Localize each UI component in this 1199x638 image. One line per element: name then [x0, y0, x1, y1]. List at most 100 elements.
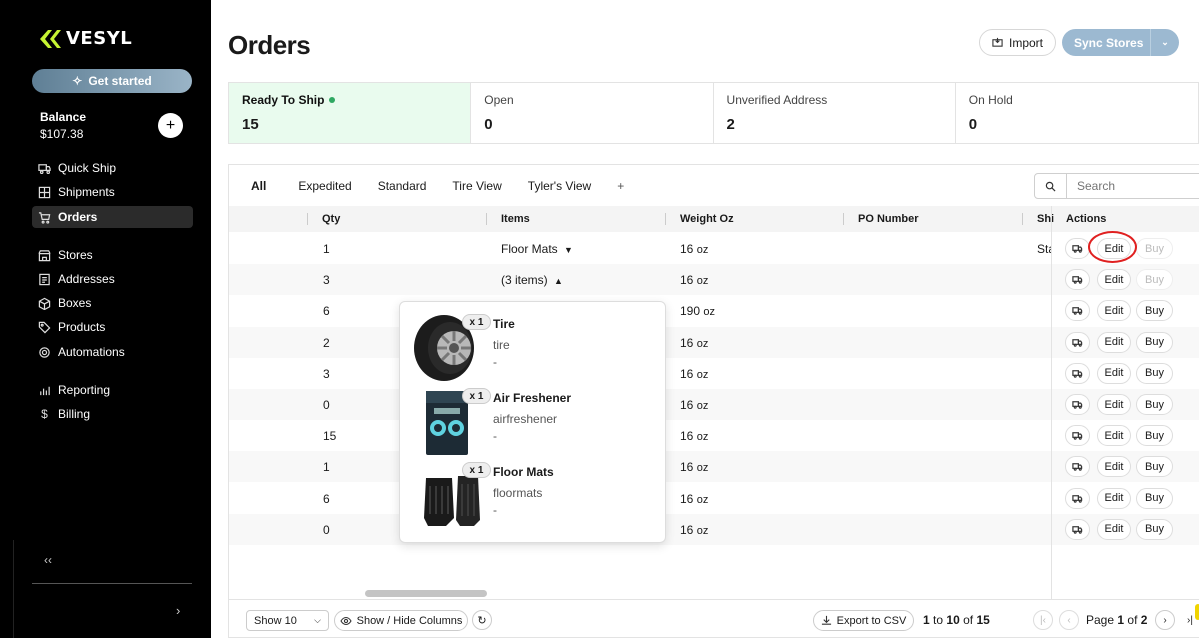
show-hide-columns-button[interactable]: Show / Hide Columns: [334, 610, 468, 631]
quick-ship-button[interactable]: [1065, 487, 1090, 509]
table-row[interactable]: 3 16 oz Edit Buy: [229, 358, 1199, 389]
weight-value: 16: [680, 273, 694, 288]
sidebar-item-shipments[interactable]: Shipments: [32, 181, 193, 203]
table-row[interactable]: 1 16 oz Edit Buy: [229, 451, 1199, 483]
weight-unit: oz: [696, 400, 709, 412]
sidebar-item-billing[interactable]: $ Billing: [32, 403, 193, 425]
tab-all[interactable]: All: [251, 179, 266, 193]
buy-button[interactable]: Buy: [1136, 269, 1173, 291]
buy-button[interactable]: Buy: [1136, 425, 1173, 447]
edit-button[interactable]: Edit: [1097, 425, 1131, 447]
sync-stores-button[interactable]: Sync Stores ⌄: [1062, 29, 1179, 56]
get-started-button[interactable]: ✧ Get started: [32, 69, 192, 93]
item-name: Air Freshener: [493, 391, 572, 405]
edit-button[interactable]: Edit: [1097, 331, 1131, 353]
first-page-button[interactable]: |‹: [1033, 610, 1053, 630]
tab-expedited[interactable]: Expedited: [298, 179, 351, 193]
sidebar-item-products[interactable]: Products: [32, 316, 193, 338]
edit-button[interactable]: Edit: [1097, 362, 1131, 384]
reset-columns-button[interactable]: ↻: [472, 610, 492, 630]
quick-ship-button[interactable]: [1065, 518, 1090, 540]
table-row[interactable]: 6 190 oz Edit Buy: [229, 295, 1199, 326]
sidebar-item-stores[interactable]: Stores: [32, 244, 193, 266]
buy-button[interactable]: Buy: [1136, 362, 1173, 384]
stat-unverified-address[interactable]: Unverified Address 2: [714, 83, 956, 143]
stat-name: On Hold: [968, 93, 1013, 107]
expand-account-button[interactable]: ›: [176, 603, 180, 618]
search-icon[interactable]: [1035, 174, 1067, 198]
chevron-right-icon: ›: [176, 603, 181, 618]
stat-ready-to-ship[interactable]: Ready To Ship 15: [229, 83, 472, 143]
page-indicator: Page 1 of 2: [1086, 613, 1147, 627]
page-size-select[interactable]: Show 10 ⌵: [246, 610, 329, 631]
vesyl-logo[interactable]: VESYL: [40, 28, 132, 49]
buy-button[interactable]: Buy: [1136, 456, 1173, 478]
column-divider: [307, 213, 308, 225]
cell-qty: 0: [323, 522, 330, 537]
sidebar-item-automations[interactable]: Automations: [32, 341, 193, 363]
column-items[interactable]: Items: [501, 213, 530, 225]
add-tab-button[interactable]: +: [617, 179, 624, 193]
quick-ship-button[interactable]: [1065, 269, 1090, 291]
buy-button[interactable]: Buy: [1136, 394, 1173, 415]
table-row[interactable]: 1Floor Mats ▼16 ozStaEditBuy: [229, 233, 1199, 264]
edit-button[interactable]: Edit: [1097, 456, 1131, 478]
buy-button[interactable]: Buy: [1136, 300, 1173, 322]
buy-button[interactable]: Buy: [1136, 238, 1173, 259]
add-balance-button[interactable]: +: [158, 113, 183, 138]
tab-tylers-view[interactable]: Tyler's View: [528, 179, 591, 193]
prev-page-button[interactable]: ‹: [1059, 610, 1079, 630]
column-weight[interactable]: Weight Oz: [680, 213, 734, 225]
quick-ship-button[interactable]: [1065, 362, 1090, 384]
sidebar-item-addresses[interactable]: Addresses: [32, 268, 193, 290]
buy-button[interactable]: Buy: [1136, 331, 1173, 353]
weight-value: 16: [680, 429, 694, 444]
tab-tire-view[interactable]: Tire View: [452, 179, 501, 193]
show-hide-label: Show / Hide Columns: [356, 614, 463, 627]
truck-icon: [1072, 245, 1083, 253]
edit-button[interactable]: Edit: [1097, 394, 1131, 415]
table-row[interactable]: 0 16 oz Edit Buy: [229, 389, 1199, 420]
cell-items[interactable]: (3 items) ▲: [501, 273, 563, 287]
buy-button[interactable]: Buy: [1136, 487, 1173, 509]
table-row[interactable]: 3 (3 items) ▲ 16 oz Edit Buy: [229, 264, 1199, 296]
horizontal-scrollbar[interactable]: [365, 590, 487, 597]
quick-ship-button[interactable]: [1065, 238, 1090, 259]
help-widget-edge[interactable]: [1195, 604, 1199, 620]
export-csv-button[interactable]: Export to CSV: [813, 610, 914, 631]
tab-standard[interactable]: Standard: [378, 179, 427, 193]
next-page-button[interactable]: ›: [1155, 610, 1175, 630]
column-qty[interactable]: Qty: [322, 213, 340, 225]
cell-items[interactable]: Floor Mats ▼: [501, 242, 573, 256]
edit-button[interactable]: Edit: [1097, 518, 1131, 540]
sidebar-item-boxes[interactable]: Boxes: [32, 292, 193, 314]
chevron-down-icon[interactable]: ⌄: [1150, 29, 1179, 56]
collapse-sidebar-button[interactable]: ‹‹: [44, 553, 52, 567]
quick-ship-button[interactable]: [1065, 300, 1090, 322]
table-row[interactable]: 2 16 oz Edit Buy: [229, 326, 1199, 358]
cell-weight: 190 oz: [680, 304, 715, 318]
cell-qty: 3: [323, 366, 330, 381]
edit-button[interactable]: Edit: [1097, 487, 1131, 509]
column-po-number[interactable]: PO Number: [858, 213, 919, 225]
quick-ship-button[interactable]: [1065, 425, 1090, 447]
edit-button[interactable]: Edit: [1097, 269, 1131, 291]
sidebar-item-reporting[interactable]: Reporting: [32, 379, 193, 401]
stat-on-hold[interactable]: On Hold 0: [956, 83, 1198, 143]
table-row[interactable]: 0 16 oz Edit Buy: [229, 513, 1199, 545]
edit-button[interactable]: Edit: [1097, 300, 1131, 322]
range-start: 1: [923, 613, 930, 627]
buy-button[interactable]: Buy: [1136, 518, 1173, 540]
table-row[interactable]: 15 16 oz Edit Buy: [229, 420, 1199, 451]
quick-ship-button[interactable]: [1065, 394, 1090, 415]
stat-open[interactable]: Open 0: [471, 83, 714, 143]
quick-ship-button[interactable]: [1065, 456, 1090, 478]
search-input[interactable]: [1067, 174, 1197, 198]
sidebar-item-quick-ship[interactable]: Quick Ship: [32, 157, 193, 179]
import-button[interactable]: Import: [979, 29, 1056, 56]
import-label: Import: [1008, 35, 1043, 50]
table-row[interactable]: 6 16 oz Edit Buy: [229, 483, 1199, 514]
quick-ship-button[interactable]: [1065, 331, 1090, 353]
sidebar-item-orders[interactable]: Orders: [32, 206, 193, 228]
export-label: Export to CSV: [836, 614, 907, 627]
